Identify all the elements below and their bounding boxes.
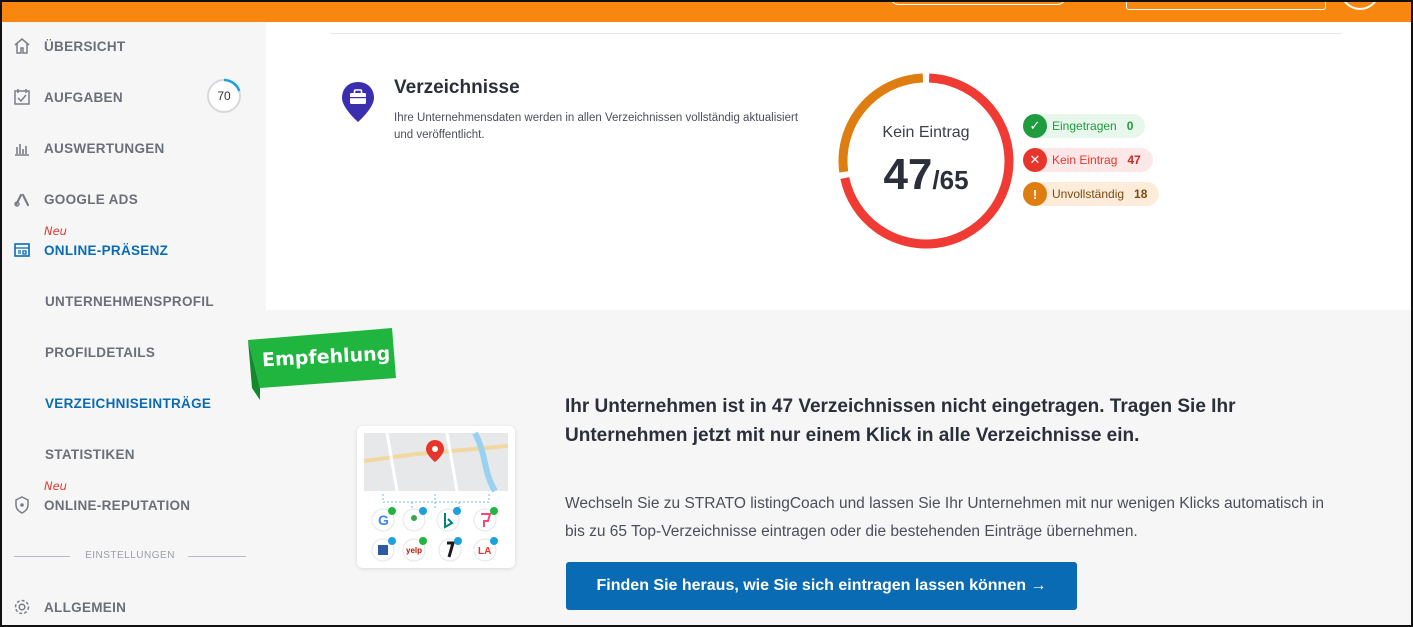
donut-label: Kein Eintrag (882, 124, 970, 141)
exclamation-icon: ! (1023, 182, 1047, 206)
content-divider (330, 33, 1342, 34)
sidebar-item-label: PROFILDETAILS (45, 344, 156, 360)
gear-icon (14, 599, 30, 615)
sidebar-item-label: UNTERNEHMENSPROFIL (45, 293, 214, 309)
sidebar-item-label: VERZEICHNISEINTRÄGE (45, 395, 212, 411)
sidebar-subitem-unternehmensprofil[interactable]: UNTERNEHMENSPROFIL (0, 286, 266, 316)
shield-icon (15, 496, 29, 514)
bar-chart-icon (15, 144, 29, 156)
tasks-progress-badge: 70 (206, 78, 242, 114)
donut-value: 47/65 (838, 150, 1014, 200)
briefcase-pin-icon (342, 82, 374, 122)
sidebar-item-uebersicht[interactable]: ÜBERSICHT (0, 31, 266, 61)
sidebar: ÜBERSICHT AUFGABEN 70 AUSWERTUNGEN GOOGL… (0, 22, 266, 627)
close-icon: ✕ (1023, 148, 1047, 172)
donut-count: 47 (883, 150, 933, 199)
sidebar-item-label: AUFGABEN (44, 89, 123, 105)
sidebar-item-label: STATISTIKEN (45, 446, 135, 462)
directories-description: Ihre Unternehmensdaten werden in allen V… (394, 112, 799, 141)
recommendation-ribbon: Empfehlung (248, 328, 398, 400)
sidebar-item-label: ALLGEMEIN (44, 599, 127, 615)
top-header-bar (0, 0, 1413, 22)
google-ads-icon (14, 193, 30, 207)
legend-eingetragen[interactable]: ✓ Eingetragen 0 (1023, 114, 1146, 138)
sidebar-item-allgemein[interactable]: ALLGEMEIN (0, 592, 266, 622)
settings-section-label: EINSTELLUNGEN (85, 550, 175, 561)
sidebar-item-label: GOOGLE ADS (44, 191, 139, 207)
sidebar-item-label: ONLINE-PRÄSENZ (44, 242, 169, 258)
user-avatar[interactable] (1340, 0, 1380, 10)
header-account-field[interactable] (1126, 0, 1326, 10)
check-icon: ✓ (1023, 114, 1047, 138)
home-icon (14, 38, 30, 54)
sidebar-subitem-verzeichniseintraege[interactable]: VERZEICHNISEINTRÄGE (0, 388, 266, 418)
sidebar-subitem-statistiken[interactable]: STATISTIKEN (0, 439, 266, 469)
legend-label: Kein Eintrag (1052, 153, 1118, 167)
sidebar-item-label: ÜBERSICHT (44, 38, 126, 54)
sidebar-item-auswertungen[interactable]: AUSWERTUNGEN (0, 133, 266, 163)
sidebar-item-online-praesenz[interactable]: ONLINE-PRÄSENZ (0, 235, 266, 265)
directory-listing-illustration: G yelp LA (357, 426, 515, 568)
directories-title: Verzeichnisse (394, 77, 520, 98)
svg-text:LA: LA (478, 546, 491, 557)
recommendation-text: Wechseln Sie zu STRATO listingCoach und … (565, 495, 1324, 540)
find-out-button[interactable]: Finden Sie heraus, wie Sie sich eintrage… (566, 562, 1077, 610)
svg-text:G: G (378, 512, 389, 528)
legend-count: 47 (1127, 153, 1141, 167)
header-search-pill[interactable] (890, 0, 1066, 5)
recommendation-heading: Ihr Unternehmen ist in 47 Verzeichnissen… (565, 396, 1236, 446)
sidebar-item-label: ONLINE-REPUTATION (44, 497, 191, 513)
tasks-count: 70 (217, 89, 231, 103)
sidebar-item-google-ads[interactable]: GOOGLE ADS (0, 184, 266, 214)
legend-label: Eingetragen (1052, 119, 1117, 133)
legend-count: 0 (1126, 119, 1134, 133)
sidebar-item-label: AUSWERTUNGEN (44, 140, 165, 156)
sidebar-subitem-profildetails[interactable]: PROFILDETAILS (0, 337, 266, 367)
legend-kein-eintrag[interactable]: ✕ Kein Eintrag 47 (1023, 148, 1153, 172)
legend-unvollstaendig[interactable]: ! Unvollständig 18 (1023, 182, 1160, 206)
sidebar-item-online-reputation[interactable]: ONLINE-REPUTATION (0, 490, 266, 520)
presence-icon (14, 243, 30, 257)
donut-total: /65 (932, 165, 969, 195)
legend-label: Unvollständig (1052, 187, 1125, 201)
task-icon (14, 89, 30, 105)
settings-separator: EINSTELLUNGEN (14, 548, 246, 564)
svg-text:yelp: yelp (406, 546, 422, 555)
legend-count: 18 (1134, 187, 1148, 201)
